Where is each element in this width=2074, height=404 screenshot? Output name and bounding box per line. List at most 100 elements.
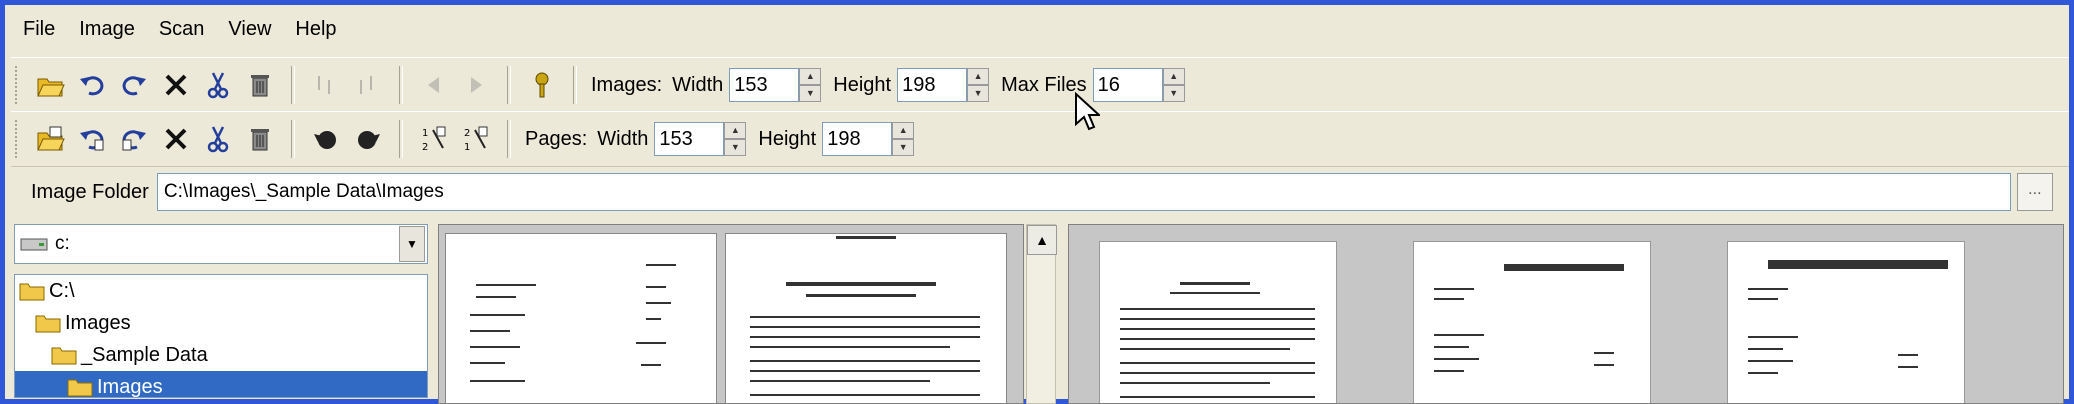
image-thumbnail-2[interactable] — [1413, 241, 1651, 403]
menu-view[interactable]: View — [216, 13, 283, 45]
page-height-up-button[interactable]: ▲ — [892, 122, 915, 139]
image-folder-input[interactable] — [156, 173, 2011, 211]
toolbar-separator — [399, 120, 403, 158]
page-redo-button[interactable] — [115, 118, 153, 160]
page-tool-1-button[interactable] — [307, 64, 345, 106]
open-folder-icon — [67, 379, 93, 397]
delete-button[interactable] — [157, 64, 195, 106]
browse-folder-button[interactable]: ... — [2016, 173, 2053, 211]
image-thumbnail-3[interactable] — [1727, 241, 1965, 403]
menu-scan[interactable]: Scan — [147, 13, 217, 45]
rotate-left-button[interactable] — [307, 118, 345, 160]
image-height-up-button[interactable]: ▲ — [967, 68, 990, 85]
tree-item-label: C:\ — [49, 279, 75, 302]
page-tool-2-button[interactable] — [349, 64, 387, 106]
toolbar-separator — [399, 66, 403, 104]
page-height-label: Height — [758, 127, 817, 150]
close-icon — [165, 128, 187, 150]
toolbar-separator — [573, 66, 577, 104]
rotate-right-button[interactable] — [349, 118, 387, 160]
page-undo-button[interactable] — [73, 118, 111, 160]
image-height-spinner: ▲ ▼ — [897, 66, 990, 104]
menu-image[interactable]: Image — [67, 13, 147, 45]
open-folder-icon — [37, 78, 65, 97]
tree-item-images-selected[interactable]: Images — [15, 371, 427, 398]
image-thumbnail-1[interactable] — [1099, 241, 1337, 403]
toolbar-grip[interactable] — [15, 120, 23, 158]
drive-dropdown-button[interactable]: ▼ — [399, 226, 425, 262]
redo-icon — [122, 76, 146, 96]
page-width-input[interactable] — [654, 122, 725, 156]
image-height-input[interactable] — [897, 68, 968, 102]
next-button[interactable] — [457, 64, 495, 106]
page-height-input[interactable] — [822, 122, 893, 156]
pages-label: Pages: — [525, 127, 588, 150]
open-folder-image-icon — [37, 126, 65, 151]
sort-ascending-button[interactable]: 12 — [415, 118, 453, 160]
page-width-up-button[interactable]: ▲ — [724, 122, 747, 139]
close-icon — [165, 74, 187, 96]
tree-item-images[interactable]: Images — [15, 307, 427, 339]
menu-file[interactable]: File — [11, 13, 67, 45]
image-height-down-button[interactable]: ▼ — [967, 85, 990, 102]
images-label: Images: — [591, 73, 663, 96]
page-tool-icon — [318, 76, 330, 94]
open-pages-button[interactable] — [31, 118, 69, 160]
tree-item-label: Images — [65, 311, 131, 334]
image-thumbnails-panel — [1068, 224, 2064, 404]
drive-select[interactable]: c: ▼ — [14, 224, 428, 264]
max-files-input[interactable] — [1092, 68, 1163, 102]
image-width-input[interactable] — [729, 68, 800, 102]
mouse-cursor-icon — [1075, 92, 1100, 131]
trash-button[interactable] — [241, 64, 279, 106]
max-files-up-button[interactable]: ▲ — [1162, 68, 1185, 85]
undo-button[interactable] — [73, 64, 111, 106]
image-width-down-button[interactable]: ▼ — [799, 85, 822, 102]
key-icon — [535, 72, 549, 98]
toolbar-grip[interactable] — [15, 66, 23, 104]
scroll-up-button[interactable]: ▲ — [1027, 225, 1057, 255]
page-delete-button[interactable] — [157, 118, 195, 160]
menu-bar: File Image Scan View Help — [11, 11, 2069, 47]
tree-item-c-root[interactable]: C:\ — [15, 275, 427, 307]
page-preview-2[interactable] — [725, 233, 1007, 403]
page-width-down-button[interactable]: ▼ — [724, 139, 747, 156]
undo-icon — [80, 76, 104, 96]
rotate-left-icon — [314, 131, 336, 149]
key-button[interactable] — [523, 64, 561, 106]
sort-descending-icon: 21 — [464, 126, 488, 153]
page-preview-1[interactable] — [445, 233, 717, 403]
page-trash-button[interactable] — [241, 118, 279, 160]
tree-item-label: Images — [97, 375, 163, 398]
images-toolbar: Images: Width ▲ ▼ Height ▲ ▼ Max Files ▲… — [11, 57, 2069, 113]
redo-page-icon — [122, 130, 146, 151]
preview-scrollbar[interactable]: ▲ — [1026, 224, 1057, 404]
pages-toolbar: 12 21 Pages: Width ▲ ▼ Height ▲ ▼ — [11, 111, 2069, 167]
svg-text:1: 1 — [464, 142, 470, 153]
arrow-right-icon — [471, 77, 482, 93]
redo-button[interactable] — [115, 64, 153, 106]
max-files-down-button[interactable]: ▼ — [1162, 85, 1185, 102]
tree-item-sample-data[interactable]: _Sample Data — [15, 339, 427, 371]
open-folder-button[interactable] — [31, 64, 69, 106]
rotate-right-icon — [358, 131, 380, 149]
page-cut-button[interactable] — [199, 118, 237, 160]
image-width-up-button[interactable]: ▲ — [799, 68, 822, 85]
sort-descending-button[interactable]: 21 — [457, 118, 495, 160]
tree-item-label: _Sample Data — [81, 343, 208, 366]
page-width-spinner: ▲ ▼ — [654, 120, 747, 158]
svg-text:2: 2 — [464, 128, 470, 139]
menu-help[interactable]: Help — [283, 13, 348, 45]
sort-ascending-icon: 12 — [422, 126, 446, 153]
page-tool-icon — [360, 76, 372, 94]
previous-button[interactable] — [415, 64, 453, 106]
page-width-label: Width — [597, 127, 649, 150]
cut-button[interactable] — [199, 64, 237, 106]
drive-icon — [20, 238, 48, 251]
page-height-down-button[interactable]: ▼ — [892, 139, 915, 156]
toolbar-separator — [507, 120, 511, 158]
open-folder-icon — [19, 283, 45, 301]
trash-icon — [251, 75, 269, 97]
trash-icon — [251, 129, 269, 151]
undo-page-icon — [80, 130, 104, 151]
